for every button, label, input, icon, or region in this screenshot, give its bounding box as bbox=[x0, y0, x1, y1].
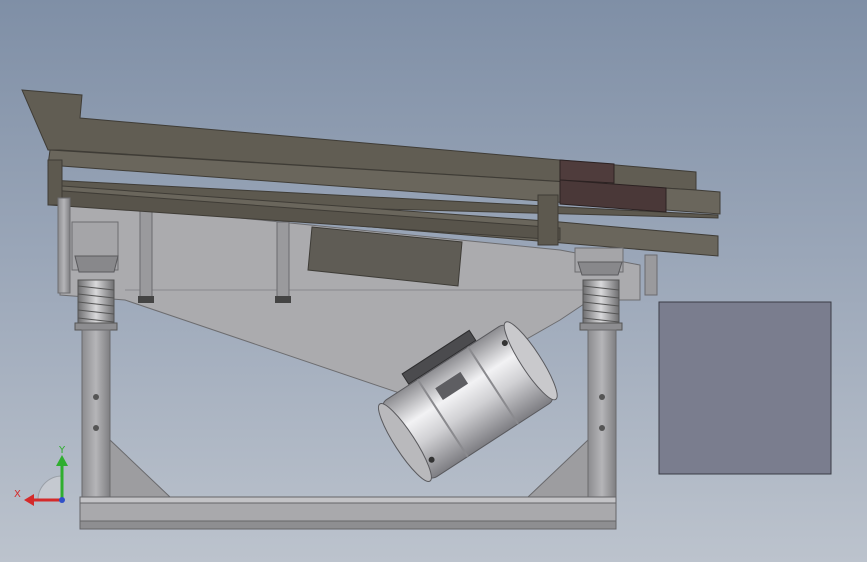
control-panel bbox=[658, 301, 832, 475]
x-axis-label: X bbox=[14, 489, 21, 500]
base-frame bbox=[79, 496, 617, 530]
cad-viewport[interactable]: Y X bbox=[0, 0, 867, 562]
y-axis-label: Y bbox=[58, 445, 66, 456]
vibrating-screen-assembly: Y X bbox=[14, 89, 832, 530]
z-axis-icon bbox=[59, 497, 65, 503]
coordinate-triad[interactable]: Y X bbox=[14, 445, 68, 506]
support-springs bbox=[77, 279, 115, 325]
